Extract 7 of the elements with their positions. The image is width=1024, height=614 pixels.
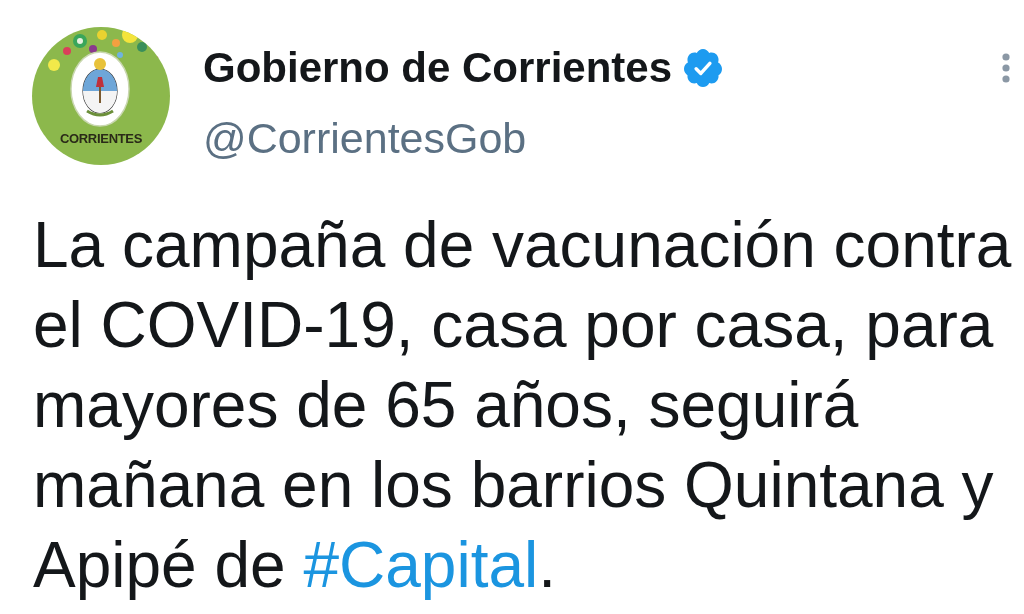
profile-logo[interactable]: CORRIENTES <box>32 27 170 165</box>
more-options-icon[interactable] <box>1002 53 1010 83</box>
account-name[interactable]: Gobierno de Corrientes <box>203 43 673 93</box>
hashtag-link[interactable]: #Capital <box>303 529 539 601</box>
account-handle[interactable]: @CorrientesGob <box>203 113 527 163</box>
logo-label: CORRIENTES <box>58 131 144 147</box>
tweet-text: La campaña de vacunación contra el COVID-19, casa por casa, para mayores de 65 años, seguirá mañana en los barrios Quintana y Apipé de #Capital. <box>33 208 1013 603</box>
